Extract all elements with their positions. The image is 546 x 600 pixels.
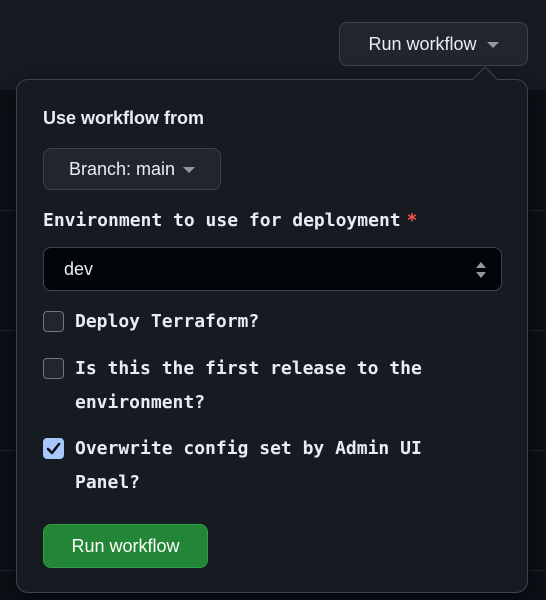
first-release-checkbox[interactable] [43,358,64,379]
first-release-label: Is this the first release to the environ… [75,358,422,413]
page: Run workflow Use workflow from Branch: m… [0,0,546,600]
run-workflow-button-label: Run workflow [368,33,477,54]
environment-label-text: Environment to use for deployment [43,210,401,231]
submit-button-label: Run workflow [71,535,180,556]
workflow-source-label: Use workflow from [43,108,205,128]
overwrite-config-checkbox[interactable] [43,438,64,459]
run-workflow-submit-button[interactable]: Run workflow [43,524,208,568]
environment-label: Environment to use for deployment * [43,204,417,238]
overwrite-config-label: Overwrite config set by Admin UI Panel? [75,438,422,493]
triangle-down-icon [183,167,196,173]
deploy-terraform-label: Deploy Terraform? [75,311,260,332]
triangle-down-icon [486,42,499,48]
required-marker: * [406,210,418,231]
deploy-terraform-checkbox[interactable] [43,311,64,332]
environment-select[interactable]: dev [43,247,502,291]
run-workflow-dropdown-button[interactable]: Run workflow [339,22,528,66]
branch-button-label: Branch: main [68,158,176,179]
branch-select-button[interactable]: Branch: main [43,148,221,190]
up-down-arrows-icon [476,262,486,278]
check-icon [46,442,61,455]
environment-select-value: dev [64,258,94,279]
